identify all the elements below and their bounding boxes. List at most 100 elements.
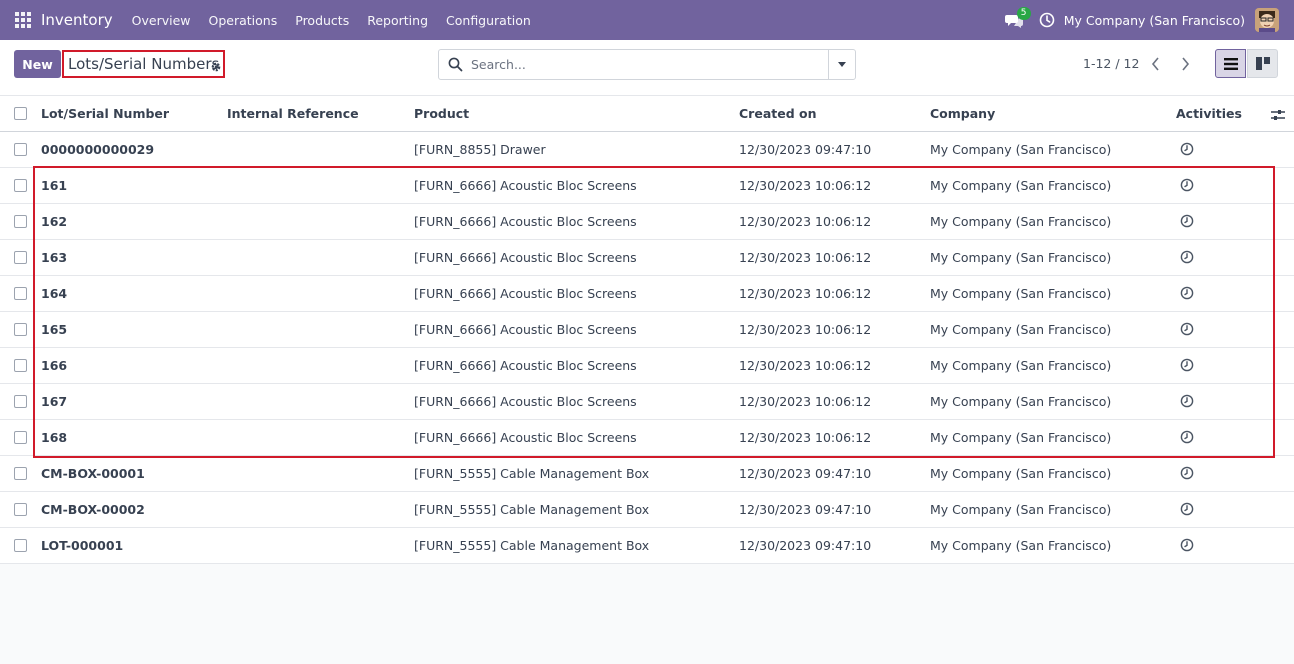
cell-product: [FURN_6666] Acoustic Bloc Screens <box>414 214 637 229</box>
chevron-left-icon <box>1151 56 1159 71</box>
activity-clock-icon[interactable] <box>1180 286 1194 300</box>
cell-lot-serial-number: 163 <box>41 250 68 265</box>
cell-product: [FURN_8855] Drawer <box>414 142 546 157</box>
column-header-product[interactable]: Product <box>414 106 469 121</box>
column-header-activities[interactable]: Activities <box>1176 106 1242 121</box>
menu-item-overview[interactable]: Overview <box>123 13 200 28</box>
cell-product: [FURN_6666] Acoustic Bloc Screens <box>414 322 637 337</box>
table-header: Lot/Serial Number Internal Reference Pro… <box>0 96 1294 132</box>
cell-created-on: 12/30/2023 09:47:10 <box>739 502 872 517</box>
cell-created-on: 12/30/2023 10:06:12 <box>739 178 872 193</box>
cell-created-on: 12/30/2023 09:47:10 <box>739 142 872 157</box>
row-checkbox[interactable] <box>14 215 27 228</box>
table-row[interactable]: 165 [FURN_6666] Acoustic Bloc Screens 12/3… <box>0 312 1294 348</box>
cell-company: My Company (San Francisco) <box>930 178 1112 193</box>
pager-previous-button[interactable] <box>1141 50 1170 77</box>
table-row[interactable]: LOT-000001 [FURN_5555] Cable Management B… <box>0 528 1294 564</box>
clock-icon[interactable] <box>1039 12 1055 28</box>
row-checkbox[interactable] <box>14 539 27 552</box>
chat-badge: 5 <box>1016 7 1031 20</box>
list-view-button[interactable] <box>1215 49 1246 78</box>
table-row[interactable]: 166 [FURN_6666] Acoustic Bloc Screens 12/3… <box>0 348 1294 384</box>
table-row[interactable]: 161 [FURN_6666] Acoustic Bloc Screens 12/3… <box>0 168 1294 204</box>
cell-lot-serial-number: CM-BOX-00002 <box>41 502 145 517</box>
activity-clock-icon[interactable] <box>1180 430 1194 444</box>
table-row[interactable]: 162 [FURN_6666] Acoustic Bloc Screens 12/3… <box>0 204 1294 240</box>
chevron-right-icon <box>1181 56 1189 71</box>
activity-clock-icon[interactable] <box>1180 466 1194 480</box>
cell-created-on: 12/30/2023 10:06:12 <box>739 430 872 445</box>
cell-lot-serial-number: 0000000000029 <box>41 142 155 157</box>
activity-clock-icon[interactable] <box>1180 214 1194 228</box>
main-menu: Overview Operations Products Reporting C… <box>123 13 540 28</box>
table-row[interactable]: CM-BOX-00001 [FURN_5555] Cable Management… <box>0 456 1294 492</box>
cell-lot-serial-number: 164 <box>41 286 68 301</box>
activity-clock-icon[interactable] <box>1180 250 1194 264</box>
navbar-right: 5 My Company (San Francisco) <box>1004 7 1279 32</box>
column-header-company[interactable]: Company <box>930 106 995 121</box>
activity-clock-icon[interactable] <box>1180 358 1194 372</box>
column-header-internal-reference[interactable]: Internal Reference <box>227 106 359 121</box>
chevron-down-icon <box>838 62 846 67</box>
top-navbar: Inventory Overview Operations Products R… <box>0 0 1294 40</box>
avatar[interactable] <box>1255 8 1279 32</box>
page-title-text: Lots/Serial Numbers <box>68 55 220 73</box>
menu-item-products[interactable]: Products <box>286 13 358 28</box>
cell-company: My Company (San Francisco) <box>930 538 1112 553</box>
activity-clock-icon[interactable] <box>1180 538 1194 552</box>
table-row[interactable]: 168 [FURN_6666] Acoustic Bloc Screens 12/3… <box>0 420 1294 456</box>
kanban-view-icon <box>1255 57 1270 70</box>
pager-value[interactable]: 1-12 / 12 <box>1083 56 1139 71</box>
activity-clock-icon[interactable] <box>1180 178 1194 192</box>
app-name[interactable]: Inventory <box>41 11 113 29</box>
column-adjust-icon[interactable] <box>1271 107 1285 121</box>
row-checkbox[interactable] <box>14 503 27 516</box>
column-header-lot[interactable]: Lot/Serial Number <box>41 106 169 121</box>
cell-lot-serial-number: CM-BOX-00001 <box>41 466 145 481</box>
cell-company: My Company (San Francisco) <box>930 466 1112 481</box>
row-checkbox[interactable] <box>14 431 27 444</box>
activity-clock-icon[interactable] <box>1180 322 1194 336</box>
row-checkbox[interactable] <box>14 467 27 480</box>
new-button[interactable]: New <box>14 50 61 78</box>
row-checkbox[interactable] <box>14 143 27 156</box>
column-header-created-on[interactable]: Created on <box>739 106 817 121</box>
search-options-toggle[interactable] <box>828 50 855 79</box>
menu-item-operations[interactable]: Operations <box>200 13 287 28</box>
company-switcher[interactable]: My Company (San Francisco) <box>1064 13 1245 28</box>
table-row[interactable]: 167 [FURN_6666] Acoustic Bloc Screens 12/3… <box>0 384 1294 420</box>
cell-lot-serial-number: 161 <box>41 178 68 193</box>
cell-created-on: 12/30/2023 10:06:12 <box>739 286 872 301</box>
activity-clock-icon[interactable] <box>1180 142 1194 156</box>
activity-clock-icon[interactable] <box>1180 502 1194 516</box>
table-row[interactable]: 164 [FURN_6666] Acoustic Bloc Screens 12/3… <box>0 276 1294 312</box>
search-input[interactable] <box>471 50 829 79</box>
menu-item-configuration[interactable]: Configuration <box>437 13 540 28</box>
cell-product: [FURN_6666] Acoustic Bloc Screens <box>414 394 637 409</box>
select-all-checkbox[interactable] <box>14 107 27 120</box>
row-checkbox[interactable] <box>14 323 27 336</box>
row-checkbox[interactable] <box>14 251 27 264</box>
lots-table: Lot/Serial Number Internal Reference Pro… <box>0 96 1294 564</box>
gear-icon[interactable] <box>210 58 222 72</box>
cell-product: [FURN_6666] Acoustic Bloc Screens <box>414 250 637 265</box>
cell-created-on: 12/30/2023 09:47:10 <box>739 466 872 481</box>
kanban-view-button[interactable] <box>1247 49 1278 78</box>
row-checkbox[interactable] <box>14 359 27 372</box>
table-row[interactable]: 0000000000029 [FURN_8855] Drawer 12/30/202… <box>0 132 1294 168</box>
cell-lot-serial-number: 165 <box>41 322 68 337</box>
apps-grid-icon[interactable] <box>15 12 31 28</box>
table-body: 0000000000029 [FURN_8855] Drawer 12/30/202… <box>0 132 1294 564</box>
row-checkbox[interactable] <box>14 179 27 192</box>
activity-clock-icon[interactable] <box>1180 394 1194 408</box>
table-row[interactable]: 163 [FURN_6666] Acoustic Bloc Screens 12/3… <box>0 240 1294 276</box>
pager-next-button[interactable] <box>1170 50 1199 77</box>
search-icon <box>448 57 463 72</box>
menu-item-reporting[interactable]: Reporting <box>358 13 437 28</box>
row-checkbox[interactable] <box>14 287 27 300</box>
table-row[interactable]: CM-BOX-00002 [FURN_5555] Cable Management… <box>0 492 1294 528</box>
control-panel: New Lots/Serial Numbers 1-12 / 12 <box>0 40 1294 96</box>
chat-icon[interactable]: 5 <box>1004 7 1031 28</box>
cell-company: My Company (San Francisco) <box>930 430 1112 445</box>
row-checkbox[interactable] <box>14 395 27 408</box>
